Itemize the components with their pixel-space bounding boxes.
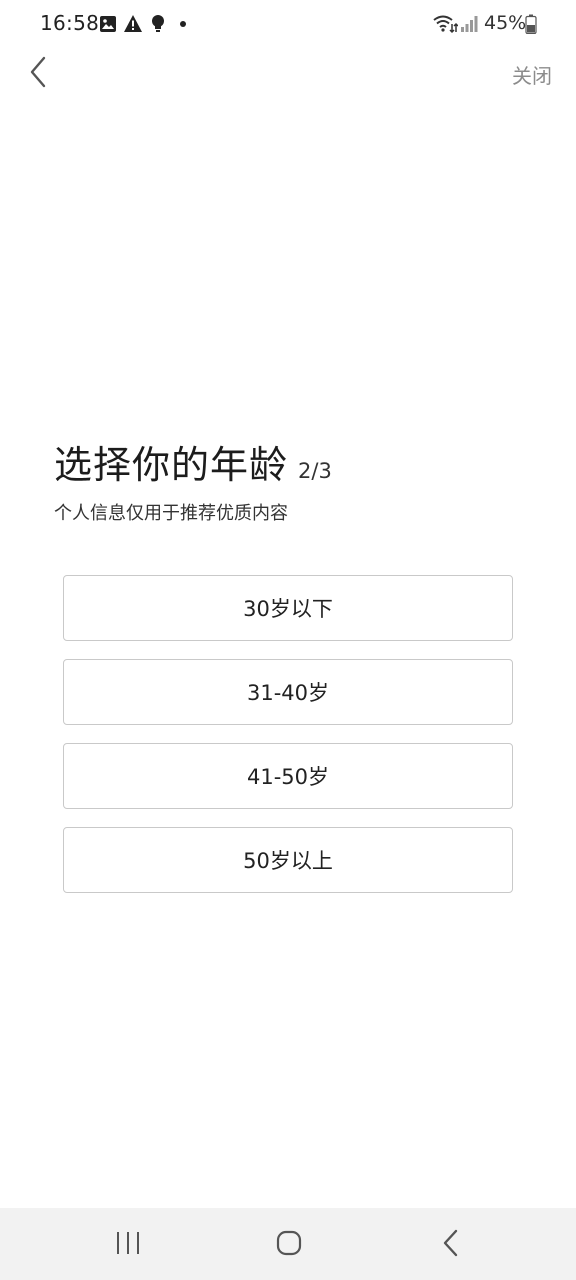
wifi-icon	[433, 15, 458, 34]
option-label: 41-50岁	[246, 765, 330, 789]
option-label: 50岁以上	[243, 849, 333, 873]
status-time: 16:58	[40, 11, 100, 35]
close-button[interactable]: 关闭	[512, 60, 552, 89]
status-bar: 16:58 45%	[0, 0, 576, 48]
signal-icon	[461, 16, 478, 32]
title-row: 选择你的年龄 2/3	[54, 434, 332, 489]
warning-icon	[124, 15, 142, 32]
gallery-icon	[100, 16, 116, 32]
bulb-icon	[152, 15, 164, 32]
back-button[interactable]	[22, 52, 58, 92]
age-option-under-30[interactable]: 30岁以下	[63, 575, 513, 641]
age-options: 30岁以下 31-40岁 41-50岁 50岁以上	[63, 575, 513, 911]
age-option-over-50[interactable]: 50岁以上	[63, 827, 513, 893]
option-label: 31-40岁	[246, 681, 330, 705]
battery-icon	[525, 14, 537, 34]
age-option-41-50[interactable]: 41-50岁	[63, 743, 513, 809]
subtitle: 个人信息仅用于推荐优质内容	[54, 503, 288, 524]
battery-percent: 45%	[484, 12, 527, 34]
navigation-bar	[0, 1208, 576, 1280]
page-title: 选择你的年龄	[54, 443, 289, 487]
chevron-left-icon	[30, 56, 46, 88]
back-icon[interactable]	[440, 1228, 462, 1258]
recent-apps-icon[interactable]	[114, 1230, 142, 1256]
step-counter: 2/3	[298, 459, 332, 483]
age-option-31-40[interactable]: 31-40岁	[63, 659, 513, 725]
option-label: 30岁以下	[243, 597, 333, 621]
home-icon[interactable]	[275, 1229, 303, 1257]
dot-icon	[180, 21, 186, 27]
